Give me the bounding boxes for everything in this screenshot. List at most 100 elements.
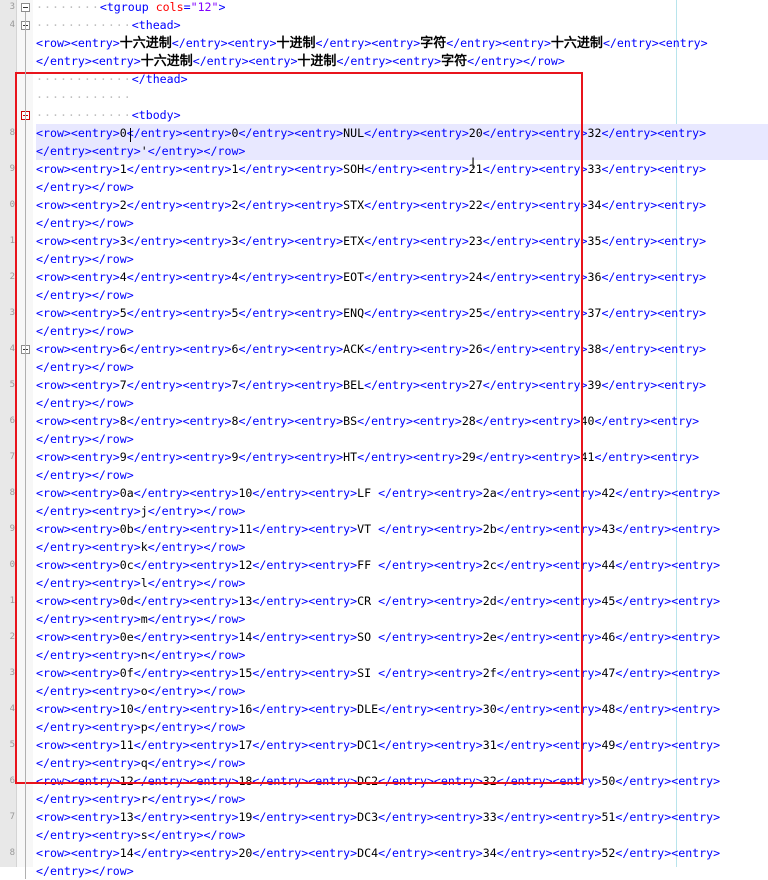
line-number: 1 [9, 236, 15, 246]
cell-dec: 39 [587, 378, 602, 392]
code-line-data-row-cont[interactable]: </entry><entry>l</entry></row> [36, 574, 768, 592]
code-line-data-row[interactable]: <row><entry>0b</entry><entry>11</entry><… [36, 520, 768, 538]
cell-dec: 50 [601, 774, 616, 788]
code-line-data-row[interactable]: <row><entry>0a</entry><entry>10</entry><… [36, 484, 768, 502]
line-number: 3 [9, 308, 15, 318]
code-line-data-row-cont[interactable]: </entry></row> [36, 214, 768, 232]
cell-dec: 44 [601, 558, 616, 572]
cell-hex: 0 [119, 126, 127, 140]
header-cell: 十六进制 [119, 36, 172, 51]
code-line-data-row[interactable]: <row><entry>1</entry><entry>1</entry><en… [36, 160, 768, 178]
code-line-data-row-cont[interactable]: </entry></row> [36, 178, 768, 196]
cell-hex: 2c [482, 558, 497, 572]
code-line-data-row[interactable]: <row><entry>0d</entry><entry>13</entry><… [36, 592, 768, 610]
code-line-data-row[interactable]: <row><entry>14</entry><entry>20</entry><… [36, 844, 768, 862]
cell-char: ' [140, 144, 148, 158]
code-line-thead-close[interactable]: ············</thead> [36, 70, 768, 88]
cell-char: DLE [357, 702, 379, 716]
code-line-data-row[interactable]: <row><entry>13</entry><entry>19</entry><… [36, 808, 768, 826]
cell-hex: 2 [119, 198, 127, 212]
cell-dec: 14 [238, 630, 253, 644]
code-line-data-row[interactable]: <row><entry>6</entry><entry>6</entry><en… [36, 340, 768, 358]
cell-hex: 29 [461, 450, 476, 464]
line-number: 4 [9, 704, 15, 714]
cell-hex: 9 [119, 450, 127, 464]
code-line-data-row-cont[interactable]: </entry></row> [36, 394, 768, 412]
code-line-data-row-cont[interactable]: </entry><entry>o</entry></row> [36, 682, 768, 700]
cell-char: CR [357, 594, 379, 608]
code-line-data-row[interactable]: <row><entry>2</entry><entry>2</entry><en… [36, 196, 768, 214]
code-line-data-row[interactable]: <row><entry>0f</entry><entry>15</entry><… [36, 664, 768, 682]
code-line-data-row-cont[interactable]: </entry><entry>n</entry></row> [36, 646, 768, 664]
code-line-data-row-cont[interactable]: </entry><entry>s</entry></row> [36, 826, 768, 844]
cell-hex: 20 [468, 126, 483, 140]
cell-char: HT [343, 450, 358, 464]
ibeam-cursor-icon: I [471, 156, 476, 172]
cell-dec: 43 [601, 522, 616, 536]
cell-char: DC1 [357, 738, 379, 752]
line-number: 1 [9, 596, 15, 606]
code-line-data-row-cont[interactable]: </entry></row> [36, 466, 768, 484]
code-line-data-row-cont[interactable]: </entry></row> [36, 286, 768, 304]
code-line-data-row[interactable]: <row><entry>12</entry><entry>18</entry><… [36, 772, 768, 790]
cell-dec: 41 [580, 450, 595, 464]
cell-char: SI [357, 666, 379, 680]
cell-char: STX [343, 198, 365, 212]
cell-char: DC3 [357, 810, 379, 824]
code-line-data-row[interactable]: <row><entry>9</entry><entry>9</entry><en… [36, 448, 768, 466]
cell-hex: 34 [482, 846, 497, 860]
cell-dec: 19 [238, 810, 253, 824]
code-line-data-row-cont[interactable]: </entry><entry>m</entry></row> [36, 610, 768, 628]
cell-dec: 42 [601, 486, 616, 500]
code-line-data-row[interactable]: <row><entry>5</entry><entry>5</entry><en… [36, 304, 768, 322]
code-line-blank[interactable]: ············ [36, 88, 768, 106]
line-number: 3 [9, 668, 15, 678]
code-line-tgroup[interactable]: ········<tgroup cols="12"> [36, 0, 768, 16]
code-line-tbody-open[interactable]: ············<tbody> [36, 106, 768, 124]
cell-dec: 40 [580, 414, 595, 428]
code-line-data-row[interactable]: <row><entry>0e</entry><entry>14</entry><… [36, 628, 768, 646]
code-line-data-row-cont[interactable]: </entry><entry>q</entry></row> [36, 754, 768, 772]
cell-hex: 13 [119, 810, 134, 824]
code-line-data-row-cont[interactable]: </entry></row> [36, 322, 768, 340]
cell-dec: 32 [587, 126, 602, 140]
code-line-data-row[interactable]: <row><entry>10</entry><entry>16</entry><… [36, 700, 768, 718]
cell-hex: 0e [119, 630, 134, 644]
header-cell: 十六进制 [140, 54, 193, 69]
cell-dec: 10 [238, 486, 253, 500]
code-line-header-row-cont[interactable]: </entry><entry>十六进制</entry><entry>十进制</e… [36, 52, 768, 70]
code-line-data-row[interactable]: <row><entry>0</entry><entry>0</entry><en… [36, 124, 768, 142]
code-line-data-row-cont[interactable]: </entry><entry>'</entry></row> [36, 142, 768, 160]
code-line-data-row-cont[interactable]: </entry><entry>p</entry></row> [36, 718, 768, 736]
code-line-header-row[interactable]: <row><entry>十六进制</entry><entry>十进制</entr… [36, 34, 768, 52]
cell-dec: 35 [587, 234, 602, 248]
header-cell: 十进制 [297, 54, 337, 69]
code-line-data-row[interactable]: <row><entry>7</entry><entry>7</entry><en… [36, 376, 768, 394]
line-number: 4 [9, 344, 15, 354]
code-line-data-row[interactable]: <row><entry>0c</entry><entry>12</entry><… [36, 556, 768, 574]
line-number: 3 [9, 2, 15, 12]
cell-hex: 0c [119, 558, 134, 572]
cell-char: VT [357, 522, 379, 536]
cell-char: NUL [343, 126, 365, 140]
code-line-data-row-cont[interactable]: </entry></row> [36, 358, 768, 376]
code-line-data-row-cont[interactable]: </entry><entry>r</entry></row> [36, 790, 768, 808]
cell-dec: 49 [601, 738, 616, 752]
code-line-data-row[interactable]: <row><entry>3</entry><entry>3</entry><en… [36, 232, 768, 250]
cell-hex: 24 [468, 270, 483, 284]
code-line-data-row-cont[interactable]: </entry><entry>k</entry></row> [36, 538, 768, 556]
code-line-data-row-cont[interactable]: </entry></row> [36, 430, 768, 448]
code-line-data-row-cont[interactable]: </entry><entry>j</entry></row> [36, 502, 768, 520]
code-line-data-row[interactable]: <row><entry>8</entry><entry>8</entry><en… [36, 412, 768, 430]
fold-toggle-icon[interactable] [21, 3, 30, 12]
code-line-data-row-cont[interactable]: </entry></row> [36, 250, 768, 268]
code-line-thead-open[interactable]: ············<thead> [36, 16, 768, 34]
cell-dec: 45 [601, 594, 616, 608]
cell-hex: 28 [461, 414, 476, 428]
code-line-data-row-cont[interactable]: </entry></row> [36, 862, 768, 880]
header-cell: 字符 [441, 54, 468, 69]
cell-dec: 20 [238, 846, 253, 860]
cell-char: q [140, 756, 148, 770]
code-line-data-row[interactable]: <row><entry>4</entry><entry>4</entry><en… [36, 268, 768, 286]
code-line-data-row[interactable]: <row><entry>11</entry><entry>17</entry><… [36, 736, 768, 754]
